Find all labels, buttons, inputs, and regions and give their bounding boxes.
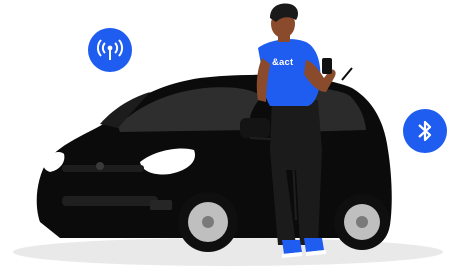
side-mirror [240, 118, 270, 138]
phone [322, 58, 332, 74]
front-wheel [178, 192, 238, 252]
lower-grille [62, 196, 158, 206]
wireless-signal-icon [97, 39, 123, 60]
car [36, 67, 392, 252]
license-plate [150, 200, 172, 210]
antenna [341, 67, 353, 81]
right-shoe [304, 238, 324, 252]
bluetooth-icon [418, 120, 432, 142]
bluetooth-badge [403, 109, 447, 153]
car-logo [96, 162, 104, 170]
left-shoe [282, 240, 302, 254]
wireless-signal-badge [88, 28, 132, 72]
car-and-person-illustration [13, 3, 443, 266]
rear-wheel [334, 194, 390, 250]
illustration-scene: &act [0, 0, 450, 270]
shirt-logo-text: &act [272, 57, 294, 68]
